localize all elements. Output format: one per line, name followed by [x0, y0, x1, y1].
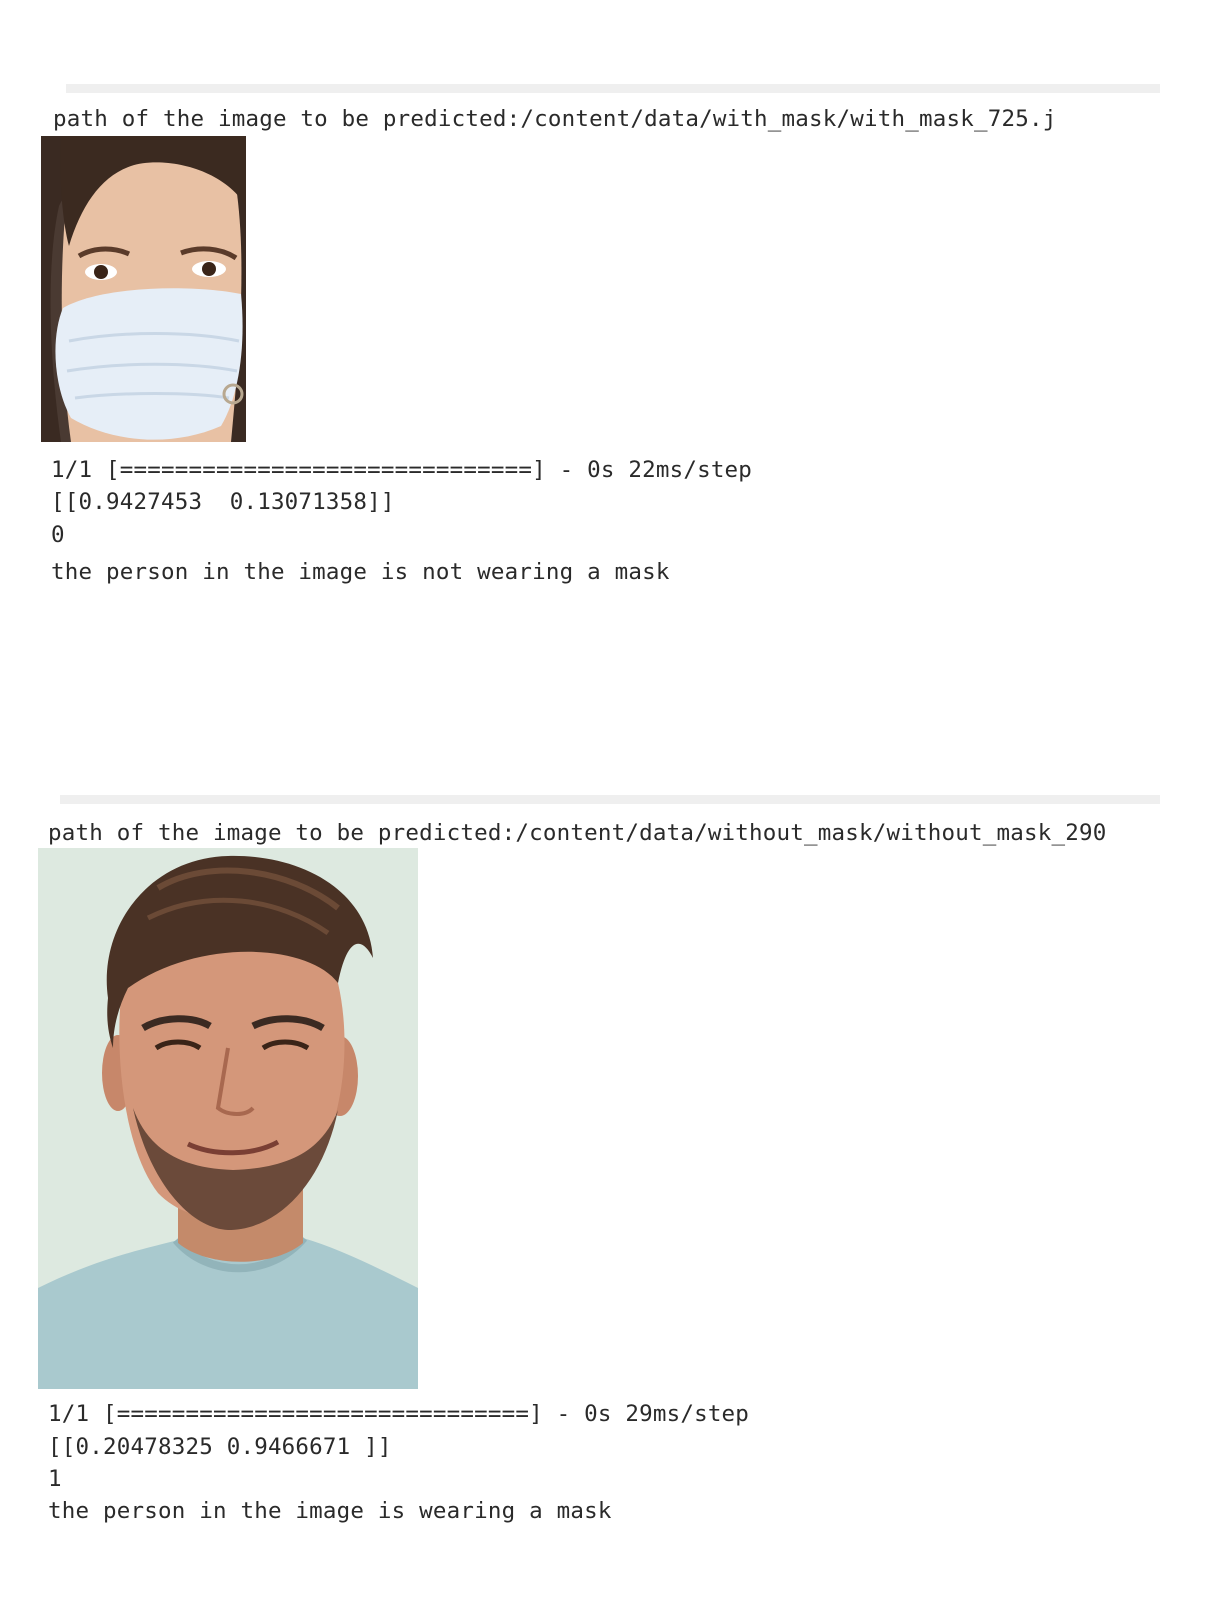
image-path-line: path of the image to be predicted:/conte… — [53, 106, 1057, 132]
output-divider-1 — [66, 84, 1160, 93]
image-path-line: path of the image to be predicted:/conte… — [48, 820, 1107, 846]
woman-mask-photo — [41, 136, 246, 442]
progress-line: 1/1 [==============================] - 0… — [51, 457, 753, 483]
man-photo — [38, 848, 418, 1389]
output-divider-2 — [60, 795, 1160, 804]
predicted-label: 1 — [48, 1466, 62, 1492]
progress-line: 1/1 [==============================] - 0… — [48, 1401, 750, 1427]
input-image-with-mask — [41, 136, 246, 442]
prediction-array: [[0.20478325 0.9466671 ]] — [48, 1434, 392, 1460]
prediction-array: [[0.9427453 0.13071358]] — [51, 489, 395, 515]
result-text: the person in the image is wearing a mas… — [48, 1498, 612, 1524]
predicted-label: 0 — [51, 522, 65, 548]
result-text: the person in the image is not wearing a… — [51, 559, 670, 585]
input-image-without-mask — [38, 848, 418, 1389]
